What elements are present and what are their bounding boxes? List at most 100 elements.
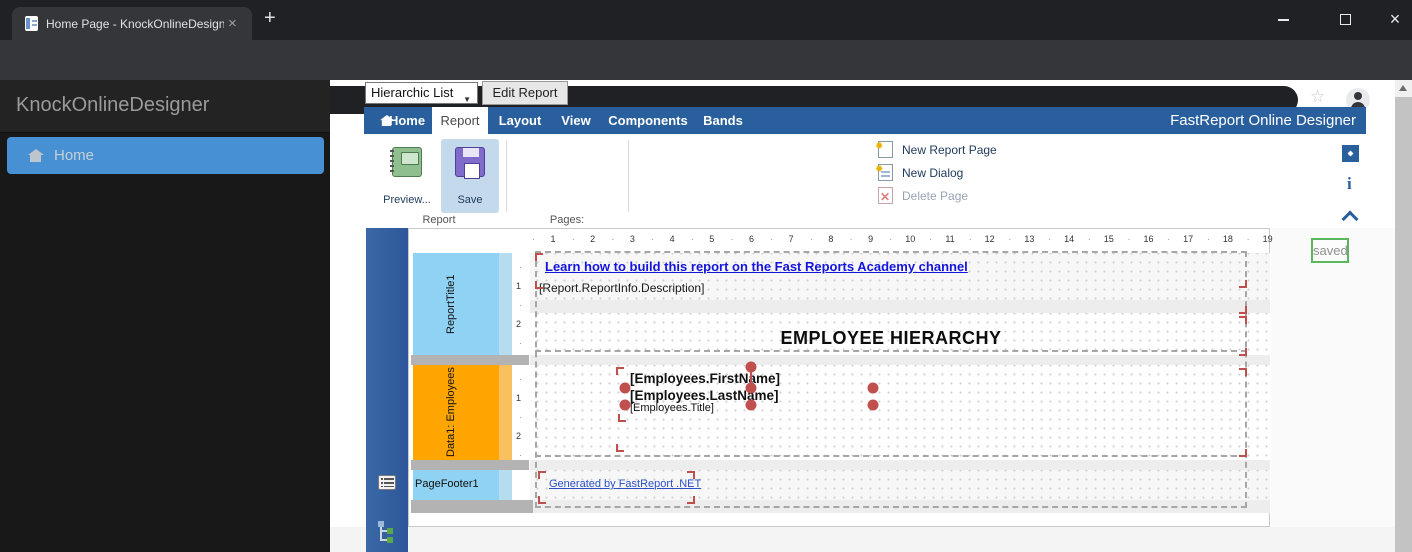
selection-handle[interactable]: [746, 362, 757, 373]
preview-button[interactable]: Preview...: [378, 139, 436, 213]
selection-corner-mark: [1239, 316, 1247, 324]
selection-corner-mark: [538, 496, 546, 504]
ruler-number: 4: [670, 234, 675, 244]
academy-link-text-object[interactable]: Learn how to build this report on the Fa…: [545, 259, 968, 274]
ruler-number: 2: [516, 319, 521, 329]
ruler-number: 3: [630, 234, 635, 244]
ruler-dot: ·: [1128, 234, 1131, 244]
tab-home[interactable]: Home: [368, 107, 430, 134]
ruler-dot: ·: [1008, 234, 1011, 244]
designer-side-toolbar: [366, 228, 408, 552]
window-minimize-button[interactable]: [1260, 6, 1306, 34]
band-separator[interactable]: [411, 355, 529, 365]
tab-layout[interactable]: Layout: [490, 107, 550, 134]
window-maximize-button[interactable]: [1322, 6, 1368, 34]
save-button[interactable]: Save: [441, 139, 499, 213]
ruler-number: 10: [905, 234, 915, 244]
ruler-number: 13: [1024, 234, 1034, 244]
scrollbar-thumb[interactable]: [1395, 97, 1412, 552]
sidebar-home-label: Home: [54, 147, 94, 164]
ruler-number: 1: [516, 393, 521, 403]
home-icon: [28, 149, 43, 162]
new-tab-button[interactable]: +: [264, 7, 276, 30]
tab-close-icon[interactable]: ×: [228, 15, 237, 32]
tab-report[interactable]: Report: [432, 107, 488, 134]
ruler-dot: ·: [519, 374, 522, 384]
description-text-object[interactable]: [Report.ReportInfo.Description]: [539, 281, 704, 295]
home-icon: [380, 115, 393, 126]
selection-corner-mark: [687, 496, 695, 504]
report-tree-icon[interactable]: [378, 521, 394, 543]
report-select[interactable]: Hierarchic List▼: [365, 82, 478, 104]
selection-corner-mark: [1239, 306, 1247, 314]
scrollbar-up-icon[interactable]: [1399, 85, 1407, 91]
band-separator[interactable]: [411, 460, 529, 470]
ruler-dot: ·: [929, 234, 932, 244]
browser-navbar: ← → i localhost:51360 ☆ ⋮: [0, 40, 1412, 80]
ruler-dot: ·: [731, 234, 734, 244]
selection-handle[interactable]: [868, 383, 879, 394]
selection-corner-mark: [616, 444, 624, 452]
selection-handle[interactable]: [868, 400, 879, 411]
sidebar-item-home[interactable]: Home: [7, 137, 324, 174]
selection-handle[interactable]: [746, 383, 757, 394]
band-header-reporttitle[interactable]: ReportTitle1: [413, 253, 499, 355]
preview-icon: [392, 147, 422, 177]
ruler-dot: ·: [889, 234, 892, 244]
tab-view[interactable]: View: [552, 107, 600, 134]
ruler-number: 1: [550, 234, 555, 244]
fullscreen-icon[interactable]: [1342, 145, 1359, 162]
title-text-object[interactable]: [Employees.Title]: [630, 402, 714, 414]
ruler-dot: ·: [611, 234, 614, 244]
ribbon-toolbar: Preview... Save ✹ New Report Page ✹ New …: [364, 134, 1366, 228]
band-header-data[interactable]: Data1: Employees: [413, 365, 499, 460]
selection-corner-mark: [535, 281, 543, 289]
band-separator[interactable]: [411, 500, 533, 513]
ruler-dot: ·: [691, 234, 694, 244]
firstname-text-object[interactable]: [Employees.FirstName]: [630, 371, 780, 386]
group-separator: [506, 140, 507, 212]
ruler-dot: ·: [519, 262, 522, 272]
properties-icon[interactable]: [378, 475, 396, 490]
edit-report-button[interactable]: Edit Report: [482, 81, 568, 105]
ruler-dot: ·: [519, 300, 522, 310]
ruler-dot: ·: [1167, 234, 1170, 244]
ruler-dot: ·: [519, 450, 522, 460]
selection-handle[interactable]: [620, 400, 631, 411]
ruler-number: 5: [709, 234, 714, 244]
ruler-dot: ·: [519, 412, 522, 422]
pages-group-label: Pages:: [506, 214, 628, 226]
bookmark-star-icon[interactable]: ☆: [1310, 87, 1325, 107]
tab-bands[interactable]: Bands: [696, 107, 750, 134]
band-bottom-guide: [535, 455, 1247, 457]
band-header-pagefooter[interactable]: PageFooter1: [413, 470, 499, 500]
tab-components[interactable]: Components: [602, 107, 694, 134]
ruler-number: 14: [1064, 234, 1074, 244]
footer-link-text-object[interactable]: Generated by FastReport .NET: [549, 478, 701, 490]
band-header-strip: [499, 253, 512, 355]
ruler-number: 12: [985, 234, 995, 244]
info-icon[interactable]: i: [1347, 174, 1352, 194]
selection-corner-mark: [1239, 449, 1247, 457]
browser-tab[interactable]: Home Page - KnockOnlineDesign ×: [12, 7, 252, 40]
selection-handle[interactable]: [746, 400, 757, 411]
report-title-text-object[interactable]: EMPLOYEE HIERARCHY: [535, 328, 1247, 349]
browser-scrollbar[interactable]: [1395, 80, 1412, 552]
selection-corner-mark: [1239, 368, 1247, 376]
ruler-dot: ·: [1247, 234, 1250, 244]
band-ruler-0: ·1·2·: [512, 253, 529, 355]
ruler-dot: ·: [651, 234, 654, 244]
ruler-dot: ·: [572, 234, 575, 244]
selection-handle[interactable]: [620, 383, 631, 394]
ruler-number: 17: [1183, 234, 1193, 244]
screen: Home Page - KnockOnlineDesign × + × ← → …: [0, 0, 1412, 552]
window-close-button[interactable]: ×: [1372, 6, 1412, 34]
delete-page-icon: [878, 187, 893, 204]
ruler-number: 8: [828, 234, 833, 244]
horizontal-ruler: ·1·2·3·4·5·6·7·8·9·10·11·12·13·14·15·16·…: [408, 228, 1270, 249]
ruler-number: 16: [1143, 234, 1153, 244]
favicon-icon: [25, 16, 38, 31]
collapse-ribbon-icon[interactable]: [1344, 210, 1356, 222]
lastname-text-object[interactable]: [Employees.LastName]: [630, 388, 779, 403]
ruler-number: 2: [590, 234, 595, 244]
